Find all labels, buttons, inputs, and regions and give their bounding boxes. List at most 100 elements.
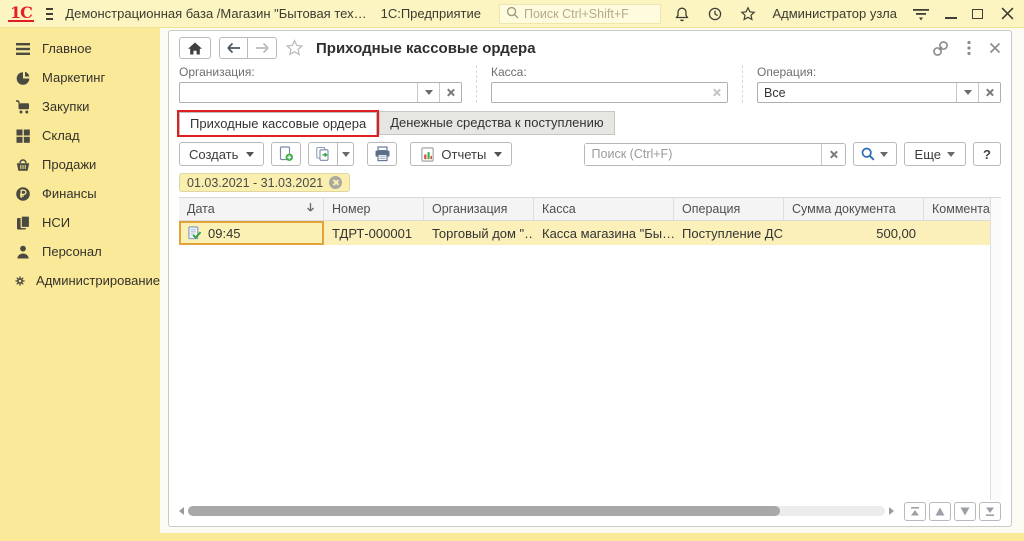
scroll-right-icon[interactable]	[889, 507, 894, 515]
document-table: Дата Номер Организация Касса Операция Су…	[179, 197, 1001, 500]
arrow-down-icon	[960, 507, 970, 516]
reports-button-label: Отчеты	[441, 147, 486, 162]
go-first-row-button[interactable]	[904, 502, 926, 521]
list-search-box[interactable]	[584, 143, 846, 166]
clear-icon	[712, 88, 721, 97]
database-title: Демонстрационная база /Магазин "Бытовая …	[65, 6, 366, 21]
operation-combo[interactable]: Все	[757, 82, 1001, 103]
operation-clear-button[interactable]	[978, 83, 1000, 102]
list-search-clear-button[interactable]	[821, 144, 845, 165]
window-maximize-button[interactable]	[972, 9, 983, 19]
period-filter-chip[interactable]: 01.03.2021 - 31.03.2021	[179, 173, 350, 192]
create-button[interactable]: Создать	[179, 142, 264, 166]
kassa-combo[interactable]	[491, 82, 728, 103]
pie-chart-icon	[15, 70, 31, 86]
column-header-amount[interactable]: Сумма документа	[784, 198, 924, 220]
sidebar-item-purchases[interactable]: Закупки	[0, 92, 160, 121]
create-by-copy-button[interactable]	[271, 142, 301, 166]
reports-button[interactable]: Отчеты	[410, 142, 512, 166]
history-icon[interactable]	[706, 5, 724, 23]
tab-cash-receipt-orders[interactable]: Приходные кассовые ордера	[179, 112, 377, 135]
sidebar-item-administration[interactable]: Администрирование	[0, 266, 160, 295]
forward-button[interactable]	[248, 37, 277, 59]
clear-icon	[446, 88, 455, 97]
column-header-kassa[interactable]: Касса	[534, 198, 674, 220]
kassa-clear-button[interactable]	[705, 83, 727, 102]
cell-operation[interactable]: Поступление ДС…	[674, 221, 784, 245]
organization-clear-button[interactable]	[439, 83, 461, 102]
search-icon	[861, 147, 875, 161]
chevron-down-icon	[947, 152, 955, 157]
advanced-search-button[interactable]	[853, 142, 897, 166]
window-minimize-button[interactable]	[945, 9, 957, 19]
table-empty-area	[179, 245, 990, 500]
operation-dropdown-button[interactable]	[956, 83, 978, 102]
column-label: Дата	[187, 202, 215, 216]
copy-document-split-button	[308, 142, 354, 166]
cell-organization[interactable]: Торговый дом "…	[424, 221, 534, 245]
column-header-number[interactable]: Номер	[324, 198, 424, 220]
column-header-comment[interactable]: Комментарий	[924, 198, 990, 220]
current-user[interactable]: Администратор узла	[772, 6, 897, 21]
sidebar-item-marketing[interactable]: Маркетинг	[0, 63, 160, 92]
chevron-down-icon	[342, 152, 350, 157]
organization-input[interactable]	[180, 83, 417, 102]
sidebar-item-finance[interactable]: Финансы	[0, 179, 160, 208]
column-header-date[interactable]: Дата	[179, 198, 324, 220]
search-icon	[506, 6, 519, 22]
organization-dropdown-button[interactable]	[417, 83, 439, 102]
print-button[interactable]	[367, 142, 397, 166]
scrollbar-thumb[interactable]	[188, 506, 780, 516]
global-search-input[interactable]	[524, 7, 655, 21]
service-menu-icon[interactable]	[912, 5, 930, 23]
cell-amount[interactable]: 500,00	[784, 221, 924, 245]
next-row-button[interactable]	[954, 502, 976, 521]
go-last-row-button[interactable]	[979, 502, 1001, 521]
sidebar-item-personnel[interactable]: Персонал	[0, 237, 160, 266]
favorites-star-icon[interactable]	[739, 5, 757, 23]
vertical-scrollbar[interactable]	[990, 198, 1001, 500]
window-close-button[interactable]	[998, 5, 1016, 23]
help-button[interactable]: ?	[973, 142, 1001, 166]
create-button-label: Создать	[189, 147, 238, 162]
tab-expected-cash[interactable]: Денежные средства к поступлению	[379, 111, 614, 135]
copy-document-dropdown[interactable]	[338, 142, 354, 166]
main-menu-icon[interactable]	[46, 8, 53, 20]
pin-favorite-star-icon[interactable]	[285, 39, 304, 57]
cell-number[interactable]: ТДРТ-000001	[324, 221, 424, 245]
scroll-left-icon[interactable]	[179, 507, 184, 515]
previous-row-button[interactable]	[929, 502, 951, 521]
forward-arrow-icon	[255, 42, 270, 54]
cell-comment[interactable]	[924, 221, 990, 245]
sidebar-item-sales[interactable]: Продажи	[0, 150, 160, 179]
sidebar-item-main[interactable]: Главное	[0, 34, 160, 63]
kassa-input[interactable]	[492, 83, 705, 102]
get-link-icon[interactable]	[932, 40, 949, 57]
remove-filter-icon[interactable]	[329, 176, 342, 189]
organization-combo[interactable]	[179, 82, 462, 103]
home-button[interactable]	[179, 37, 211, 59]
sidebar-item-nsi[interactable]: НСИ	[0, 208, 160, 237]
global-search-box[interactable]	[499, 4, 662, 24]
chevron-down-icon	[494, 152, 502, 157]
back-button[interactable]	[219, 37, 248, 59]
close-form-icon[interactable]	[989, 42, 1001, 54]
sidebar-label: Склад	[42, 128, 80, 143]
operation-label: Операция:	[757, 65, 1001, 79]
cell-kassa[interactable]: Касса магазина "Бы…	[534, 221, 674, 245]
scrollbar-track[interactable]	[188, 506, 885, 516]
sidebar-item-warehouse[interactable]: Склад	[0, 121, 160, 150]
column-header-organization[interactable]: Организация	[424, 198, 534, 220]
kebab-menu-icon[interactable]	[967, 40, 971, 56]
more-button[interactable]: Еще	[904, 142, 966, 166]
table-row[interactable]: 09:45 ТДРТ-000001 Торговый дом "… Касса …	[179, 221, 990, 245]
first-row-icon	[910, 506, 920, 517]
copy-document-button[interactable]	[308, 142, 338, 166]
more-button-label: Еще	[915, 147, 941, 162]
column-header-operation[interactable]: Операция	[674, 198, 784, 220]
horizontal-scrollbar[interactable]	[179, 506, 894, 516]
operation-value[interactable]: Все	[758, 83, 956, 102]
notifications-bell-icon[interactable]	[673, 5, 691, 23]
list-search-input[interactable]	[585, 144, 821, 165]
cell-date[interactable]: 09:45	[179, 221, 324, 245]
